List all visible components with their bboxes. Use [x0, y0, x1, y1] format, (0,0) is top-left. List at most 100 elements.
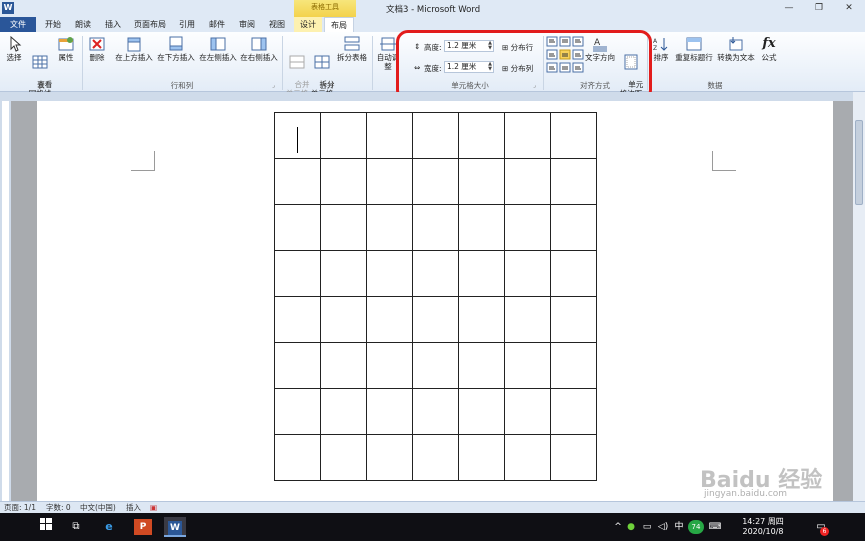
volume-icon[interactable]: ◁) — [656, 517, 670, 537]
status-word-count[interactable]: 字数: 0 — [46, 502, 71, 513]
table-cell[interactable] — [504, 434, 551, 481]
table-cell[interactable] — [458, 112, 505, 159]
macro-record-icon[interactable]: ▣ — [150, 502, 157, 513]
tab-layout[interactable]: 布局 — [324, 17, 354, 32]
table-cell[interactable] — [412, 342, 459, 389]
table-cell[interactable] — [320, 434, 367, 481]
table-cell[interactable] — [412, 112, 459, 159]
table-cell[interactable] — [504, 388, 551, 435]
table-cell[interactable] — [458, 388, 505, 435]
scrollbar-thumb[interactable] — [855, 120, 863, 205]
word-taskbar-button[interactable]: W — [164, 517, 186, 537]
status-insert-mode[interactable]: 插入 — [126, 502, 141, 513]
insert-right-button[interactable]: 在右侧插入 — [239, 36, 279, 62]
table-cell[interactable] — [274, 158, 321, 205]
table-cell[interactable] — [320, 296, 367, 343]
tab-view[interactable]: 视图 — [264, 17, 290, 32]
table-cell[interactable] — [504, 342, 551, 389]
table-cell[interactable] — [320, 388, 367, 435]
tray-expand-icon[interactable]: ^ — [612, 517, 624, 537]
table-cell[interactable] — [504, 204, 551, 251]
table-cell[interactable] — [458, 204, 505, 251]
table-grid[interactable] — [274, 112, 597, 481]
table-cell[interactable] — [412, 388, 459, 435]
table-cell[interactable] — [412, 296, 459, 343]
status-page[interactable]: 页面: 1/1 — [4, 502, 36, 513]
table-cell[interactable] — [320, 158, 367, 205]
table-cell[interactable] — [458, 434, 505, 481]
table-cell[interactable] — [274, 204, 321, 251]
insert-below-button[interactable]: 在下方插入 — [156, 36, 196, 62]
table-cell[interactable] — [458, 296, 505, 343]
table-cell[interactable] — [550, 434, 597, 481]
table-cell[interactable] — [366, 342, 413, 389]
minimize-button[interactable]: — — [780, 2, 798, 14]
delete-button[interactable]: 删除 — [86, 36, 108, 62]
tab-insert[interactable]: 插入 — [100, 17, 126, 32]
table-cell[interactable] — [504, 158, 551, 205]
table-cell[interactable] — [366, 388, 413, 435]
table-cell[interactable] — [504, 296, 551, 343]
table-cell[interactable] — [458, 250, 505, 297]
ime-chinese-indicator[interactable]: 中 — [672, 517, 686, 537]
network-icon[interactable]: ▭ — [640, 517, 654, 537]
ime-tray-icon[interactable]: ⌨ — [708, 517, 722, 537]
table-cell[interactable] — [366, 112, 413, 159]
table-cell[interactable] — [366, 296, 413, 343]
tab-file[interactable]: 文件 — [0, 17, 36, 32]
table-cell[interactable] — [274, 112, 321, 159]
tab-page-layout[interactable]: 页面布局 — [130, 17, 170, 32]
tab-home[interactable]: 开始 — [40, 17, 66, 32]
table-cell[interactable] — [274, 296, 321, 343]
table-cell[interactable] — [366, 158, 413, 205]
table-cell[interactable] — [412, 434, 459, 481]
wechat-tray-icon[interactable]: ● — [624, 517, 638, 537]
horizontal-ruler[interactable] — [0, 92, 865, 101]
restore-button[interactable]: ❐ — [810, 2, 828, 14]
table-cell[interactable] — [550, 204, 597, 251]
powerpoint-icon[interactable]: P — [134, 519, 152, 535]
formula-button[interactable]: fx 公式 — [758, 36, 780, 62]
split-table-button[interactable]: 拆分表格 — [335, 36, 369, 62]
properties-button[interactable]: 属性 — [55, 36, 77, 62]
table-cell[interactable] — [366, 250, 413, 297]
table-cell[interactable] — [550, 388, 597, 435]
table-cell[interactable] — [320, 250, 367, 297]
table-cell[interactable] — [550, 112, 597, 159]
table-cell[interactable] — [274, 250, 321, 297]
table-cell[interactable] — [550, 342, 597, 389]
table-cell[interactable] — [274, 342, 321, 389]
repeat-header-rows-button[interactable]: 重复标题行 — [672, 36, 716, 62]
table-cell[interactable] — [504, 112, 551, 159]
close-button[interactable]: ✕ — [840, 2, 858, 14]
table-cell[interactable] — [366, 434, 413, 481]
table-cell[interactable] — [550, 158, 597, 205]
tab-review[interactable]: 审阅 — [234, 17, 260, 32]
table-cell[interactable] — [274, 434, 321, 481]
document-table[interactable] — [274, 112, 597, 481]
table-cell[interactable] — [320, 112, 367, 159]
windows-start-icon[interactable] — [38, 517, 54, 537]
table-cell[interactable] — [366, 204, 413, 251]
convert-to-text-button[interactable]: 转换为文本 — [714, 36, 758, 62]
dialog-launcher-icon[interactable]: ⌟ — [272, 82, 275, 89]
table-cell[interactable] — [458, 158, 505, 205]
table-cell[interactable] — [412, 158, 459, 205]
insert-above-button[interactable]: 在上方插入 — [114, 36, 154, 62]
word-app-icon[interactable]: W — [2, 2, 14, 14]
security-badge[interactable]: 74 — [688, 520, 704, 534]
table-cell[interactable] — [412, 204, 459, 251]
task-view-icon[interactable]: ⧉ — [68, 517, 84, 537]
table-cell[interactable] — [320, 342, 367, 389]
clock[interactable]: 14:27 周四 2020/10/8 — [722, 517, 804, 537]
table-cell[interactable] — [412, 250, 459, 297]
table-cell[interactable] — [550, 296, 597, 343]
edge-browser-icon[interactable]: e — [100, 517, 118, 537]
table-cell[interactable] — [274, 388, 321, 435]
tab-read[interactable]: 朗读 — [70, 17, 96, 32]
select-button[interactable]: 选择 — [4, 36, 24, 62]
vertical-scrollbar[interactable] — [853, 92, 865, 501]
tab-references[interactable]: 引用 — [174, 17, 200, 32]
tab-design[interactable]: 设计 — [294, 17, 322, 32]
table-cell[interactable] — [320, 204, 367, 251]
